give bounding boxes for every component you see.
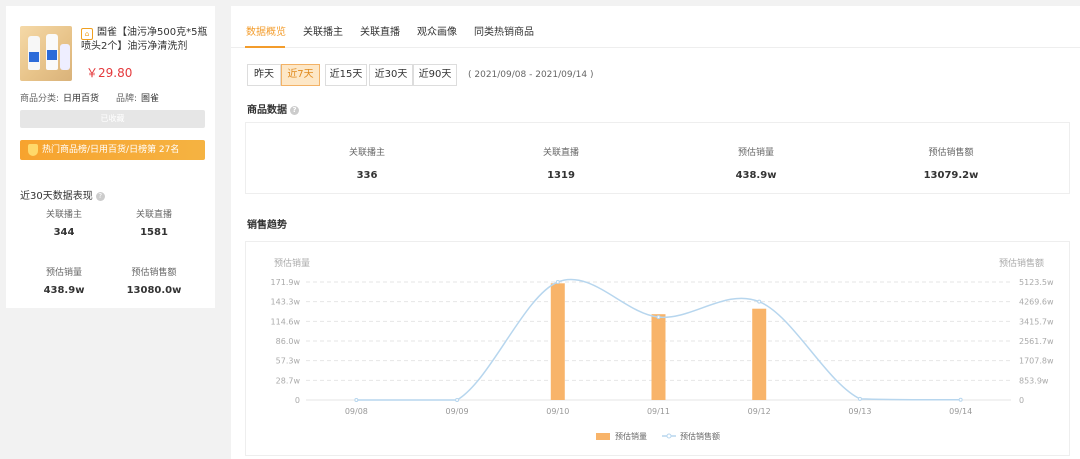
bar-mark — [550, 283, 565, 400]
product-price: ￥29.80 — [86, 66, 133, 80]
trophy-icon — [28, 144, 38, 156]
help-icon[interactable]: ? — [95, 191, 105, 201]
summary-value: 438.9w — [735, 170, 777, 181]
legend-bar-swatch — [596, 433, 610, 440]
stat-label: 关联直播 — [135, 210, 172, 220]
stat-label: 预估销量 — [45, 268, 82, 278]
line-point — [656, 315, 661, 320]
summary-label: 关联直播 — [542, 148, 579, 158]
x-tick-label: 09/10 — [546, 407, 569, 416]
range-90d[interactable]: 近90天 — [413, 64, 457, 86]
right-tick-label: 5123.5w — [1019, 278, 1054, 287]
product-meta: 商品分类: 日用百货 品牌: 圄雀 — [20, 91, 173, 104]
product-data-title-text: 商品数据 — [247, 105, 287, 116]
main-panel: 数据概览 关联播主 关联直播 观众画像 同类热销商品 昨天 近7天 近15天 近… — [231, 6, 1080, 459]
left-tick-label: 171.9w — [271, 278, 301, 287]
tab-bar: 数据概览 关联播主 关联直播 观众画像 同类热销商品 — [231, 6, 1080, 48]
summary-value: 1319 — [547, 170, 575, 181]
stats-30d-title-text: 近30天数据表现 — [20, 191, 93, 202]
summary-item: 关联播主 336 — [307, 145, 427, 181]
left-tick-label: 28.7w — [276, 376, 301, 385]
summary-item: 关联直播 1319 — [501, 145, 621, 181]
product-data-title: 商品数据? — [247, 101, 299, 116]
summary-item: 预估销售额 13079.2w — [891, 145, 1011, 181]
legend-line-marker — [666, 433, 672, 439]
left-tick-label: 86.0w — [276, 337, 301, 346]
x-tick-label: 09/09 — [446, 407, 469, 416]
right-tick-label: 2561.7w — [1019, 337, 1054, 346]
left-tick-label: 0 — [295, 396, 300, 405]
date-range-text: ( 2021/09/08 - 2021/09/14 ) — [468, 70, 594, 80]
stat-value: 438.9w — [43, 285, 85, 296]
x-tick-label: 09/11 — [647, 407, 670, 416]
left-tick-label: 114.6w — [271, 317, 301, 326]
right-tick-label: 4269.6w — [1019, 298, 1054, 307]
bar-mark — [752, 308, 767, 400]
stat-value: 13080.0w — [126, 285, 182, 296]
sales-trend-title: 销售趋势 — [247, 220, 287, 231]
stat-item: 关联播主 344 — [24, 207, 104, 238]
product-image[interactable] — [20, 26, 72, 81]
legend-line-label: 预估销售额 — [680, 431, 720, 441]
range-15d[interactable]: 近15天 — [325, 64, 367, 86]
product-data-box: 关联播主 336 关联直播 1319 预估销量 438.9w 预估销售额 130… — [245, 122, 1070, 194]
favorite-button[interactable]: 已收藏 — [20, 110, 205, 128]
summary-value: 336 — [356, 170, 378, 181]
tab-underline — [245, 46, 285, 48]
x-tick-label: 09/13 — [848, 407, 871, 416]
line-point — [555, 280, 560, 284]
rank-badge-button[interactable]: 热门商品榜/日用百货/日榜第 27名 — [20, 140, 205, 160]
summary-label: 关联播主 — [348, 148, 385, 158]
left-tick-label: 143.3w — [271, 298, 301, 307]
summary-item: 预估销量 438.9w — [696, 145, 816, 181]
category-value: 日用百货 — [63, 94, 100, 104]
line-point — [958, 397, 963, 402]
tab-related-streamers[interactable]: 关联播主 — [303, 23, 343, 38]
stat-label: 预估销售额 — [131, 268, 177, 278]
right-tick-label: 3415.7w — [1019, 317, 1054, 326]
legend-bar-label: 预估销量 — [615, 431, 647, 441]
stat-value: 1581 — [140, 227, 168, 238]
category-label: 商品分类: — [20, 94, 60, 104]
chart-svg: 预估销量 预估销售额0 028.7w 853.9w57.3w 1707.8w86.0w 2… — [271, 257, 1054, 441]
line-point — [757, 299, 762, 304]
line-point — [455, 398, 460, 402]
right-axis-title: 预估销售额 — [999, 257, 1044, 269]
range-7d[interactable]: 近7天 — [281, 64, 320, 86]
brand-value: 圄雀 — [140, 94, 159, 104]
product-panel: ⌂ 圄雀【油污净500克*5瓶喷头2个】油污净清洗剂 ￥29.80 商品分类: 日… — [6, 6, 215, 308]
help-icon[interactable]: ? — [290, 105, 299, 115]
summary-value: 13079.2w — [923, 170, 979, 181]
right-tick-label: 1707.8w — [1019, 357, 1054, 366]
x-tick-label: 09/12 — [748, 407, 771, 416]
right-tick-label: 0 — [1019, 396, 1024, 405]
stat-value: 344 — [53, 227, 75, 238]
x-tick-label: 09/08 — [345, 407, 368, 416]
stat-item: 关联直播 1581 — [114, 207, 194, 238]
bar-mark — [651, 314, 666, 400]
tab-related-lives[interactable]: 关联直播 — [360, 23, 400, 38]
tab-similar-products[interactable]: 同类热销商品 — [474, 23, 534, 38]
brand-label: 品牌: — [115, 94, 137, 104]
tab-overview[interactable]: 数据概览 — [246, 23, 286, 38]
summary-label: 预估销量 — [737, 148, 774, 158]
range-yesterday[interactable]: 昨天 — [247, 64, 281, 86]
right-tick-label: 853.9w — [1019, 376, 1049, 385]
left-axis-title: 预估销量 — [274, 257, 310, 269]
stat-item: 预估销售额 13080.0w — [114, 265, 194, 296]
line-point — [857, 396, 862, 401]
sales-trend-chart: 预估销量 预估销售额 0 0 28.7w 853.9w 57.3w 1707.8w 86.0w 2… — [245, 241, 1070, 456]
stats-30d-title: 近30天数据表现? — [20, 187, 105, 202]
summary-label: 预估销售额 — [928, 148, 974, 158]
left-tick-label: 57.3w — [276, 357, 301, 366]
range-30d[interactable]: 近30天 — [369, 64, 413, 86]
stat-item: 预估销量 438.9w — [24, 265, 104, 296]
rank-text: 热门商品榜/日用百货/日榜第 27名 — [42, 145, 180, 155]
tab-audience[interactable]: 观众画像 — [417, 23, 457, 38]
line-point — [354, 398, 359, 402]
x-tick-label: 09/14 — [949, 407, 972, 416]
product-title[interactable]: 圄雀【油污净500克*5瓶喷头2个】油污净清洗剂 — [81, 26, 211, 54]
stat-label: 关联播主 — [45, 210, 82, 220]
